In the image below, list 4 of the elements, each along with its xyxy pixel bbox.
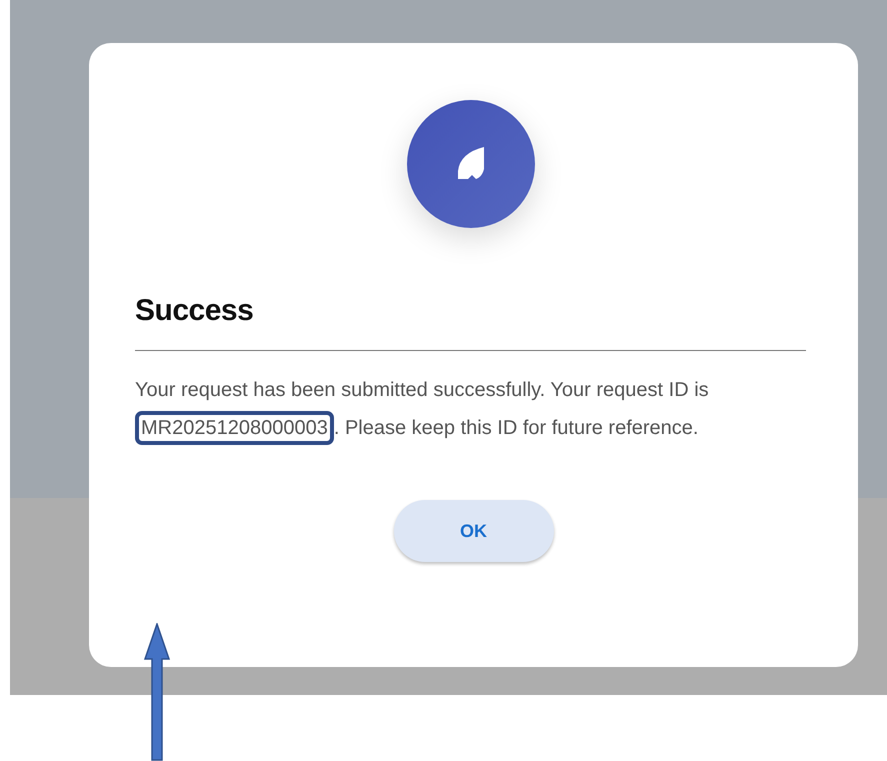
message-text: Your request has been submitted successfully. Your request ID is MR20251208000003 . Please keep this ID for future reference. (135, 371, 806, 447)
ok-button[interactable]: OK (394, 500, 554, 562)
dialog-title: Success (135, 294, 254, 328)
leaf-icon (458, 147, 484, 181)
